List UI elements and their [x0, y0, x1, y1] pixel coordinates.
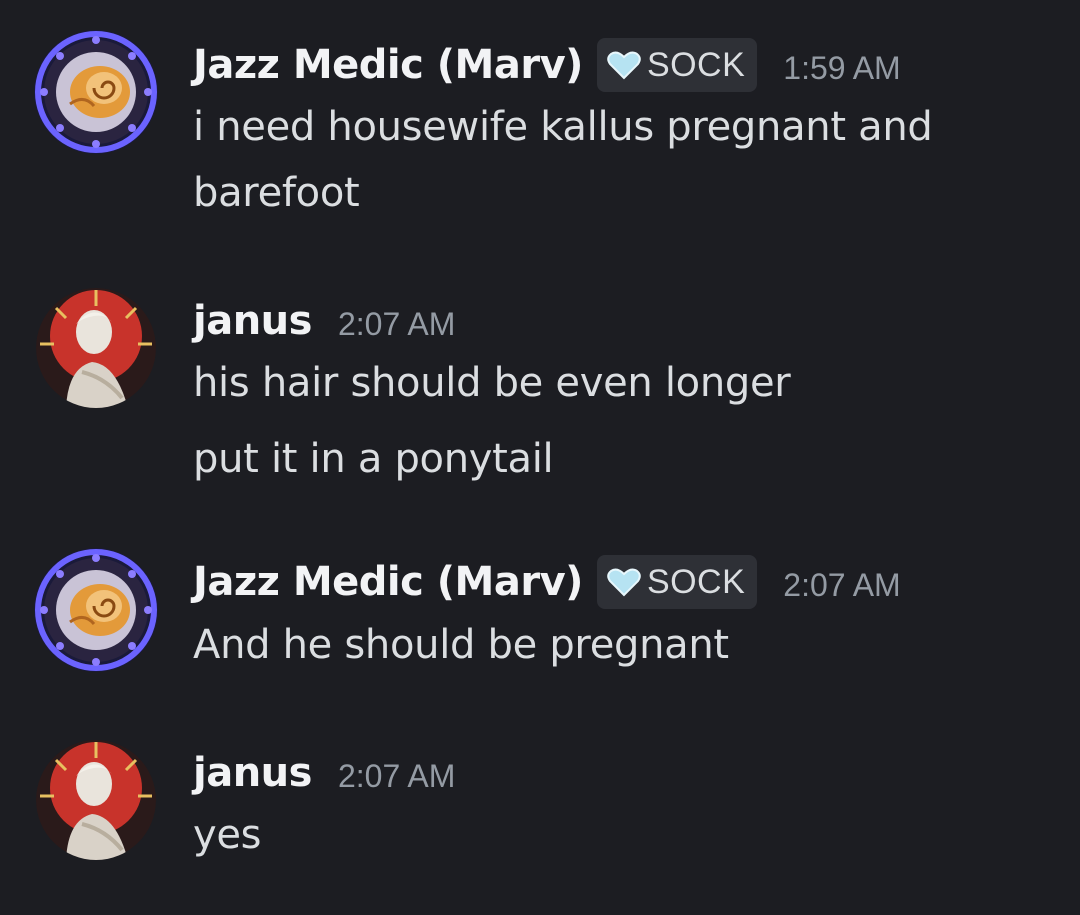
message-text: his hair should be even longer — [193, 360, 791, 406]
tag-label: SOCK — [646, 562, 746, 601]
timestamp[interactable]: 1:59 AM — [783, 50, 900, 87]
message-text: put it in a ponytail — [193, 436, 554, 482]
author-name[interactable]: Jazz Medic (Marv) — [193, 559, 583, 605]
heart-icon — [607, 50, 641, 80]
nautilus-shell-avatar — [34, 30, 158, 154]
author-name[interactable]: Jazz Medic (Marv) — [193, 42, 583, 88]
tag-label: SOCK — [646, 45, 746, 84]
heart-icon — [607, 567, 641, 597]
timestamp[interactable]: 2:07 AM — [338, 758, 455, 795]
author-name[interactable]: janus — [193, 298, 312, 344]
message-text: yes — [193, 812, 262, 858]
avatar[interactable] — [34, 30, 158, 154]
avatar[interactable] — [36, 740, 156, 860]
message-text: And he should be pregnant — [193, 622, 729, 668]
message-text: barefoot — [193, 170, 360, 216]
role-tag[interactable]: SOCK — [596, 38, 758, 92]
statue-avatar — [36, 740, 156, 860]
author-name[interactable]: janus — [193, 750, 312, 796]
role-tag[interactable]: SOCK — [596, 555, 758, 609]
timestamp[interactable]: 2:07 AM — [338, 306, 455, 343]
avatar[interactable] — [36, 288, 156, 408]
statue-avatar — [36, 288, 156, 408]
chat-log: Jazz Medic (Marv) SOCK 1:59 AM i need ho… — [0, 0, 1080, 915]
nautilus-shell-avatar — [34, 548, 158, 672]
message-text: i need housewife kallus pregnant and — [193, 104, 933, 150]
avatar[interactable] — [34, 548, 158, 672]
timestamp[interactable]: 2:07 AM — [783, 567, 900, 604]
